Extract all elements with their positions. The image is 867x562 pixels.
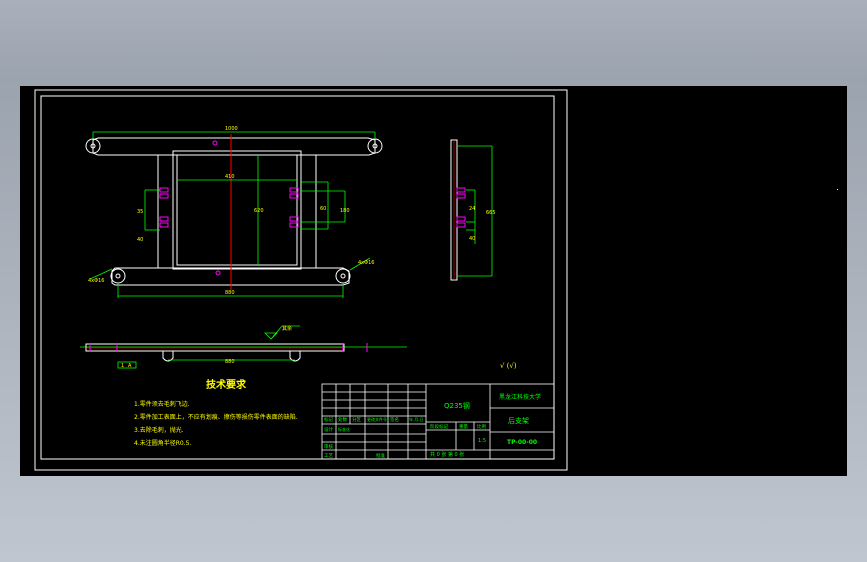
dim-inner-height: 620 bbox=[254, 208, 264, 214]
title-block-text: Q235钢 黑龙江科技大学 后支架 TP-00-00 1:5 共 0 张 第 0… bbox=[324, 393, 541, 459]
tech-item: 4.未注圆角半径R0.5. bbox=[134, 439, 191, 447]
side-dim-height: 665 bbox=[486, 210, 496, 216]
front-holes bbox=[159, 140, 299, 276]
stage-label: 阶段标记 bbox=[430, 423, 448, 430]
sheet-info: 共 0 张 第 0 张 bbox=[430, 451, 464, 458]
surface-leader-label: 其余 bbox=[282, 325, 292, 332]
front-dimension-lines bbox=[89, 131, 376, 298]
cursor-dot bbox=[837, 189, 838, 190]
dim-bracket-small: 60 bbox=[320, 206, 326, 212]
dim-inner-width: 410 bbox=[225, 174, 235, 180]
tech-item: 2.零件加工表面上，不应有划痕、擦伤等损伤零件表面的缺陷. bbox=[134, 413, 298, 421]
outer-border bbox=[34, 89, 568, 471]
cad-drawing: 1000 410 620 180 60 35 40 880 4xΦ16 4xΦ1… bbox=[34, 89, 838, 471]
dim-bottom-overall: 880 bbox=[225, 290, 235, 296]
header-zone: 分区 bbox=[352, 416, 361, 423]
cad-canvas[interactable]: 1000 410 620 180 60 35 40 880 4xΦ16 4xΦ1… bbox=[20, 86, 847, 476]
side-dim-upper: 24 bbox=[469, 206, 475, 212]
side-view: 665 24 40 bbox=[450, 139, 496, 281]
bottom-view: 880 其余 1 A bbox=[80, 325, 407, 369]
scale-value: 1:5 bbox=[478, 438, 486, 444]
bottom-view-dim: 880 bbox=[225, 359, 235, 365]
tech-item: 1.零件须去毛刺飞边. bbox=[134, 400, 190, 408]
tech-requirements: 技术要求 1.零件须去毛刺飞边. 2.零件加工表面上，不应有划痕、擦伤等损伤零件… bbox=[134, 378, 298, 447]
hole-note-right: 4xΦ16 bbox=[358, 260, 374, 266]
school-name: 黑龙江科技大学 bbox=[499, 393, 541, 401]
dim-top-overall: 1000 bbox=[225, 126, 238, 132]
role-review: 审核 bbox=[324, 443, 333, 450]
tech-title: 技术要求 bbox=[206, 378, 247, 391]
part-name: 后支架 bbox=[508, 416, 529, 425]
dim-left-bottom: 40 bbox=[137, 237, 143, 243]
role-standard: 标准化 bbox=[338, 426, 350, 432]
dim-bracket-span: 180 bbox=[340, 208, 350, 214]
side-dim-lower: 40 bbox=[469, 236, 475, 242]
header-change-no: 更改文件号 bbox=[367, 416, 387, 422]
role-process: 工艺 bbox=[324, 453, 333, 459]
role-approve: 批准 bbox=[376, 452, 385, 459]
hole-note-left: 4xΦ16 bbox=[88, 278, 104, 284]
leader-label: A bbox=[128, 363, 132, 369]
header-signature: 签名 bbox=[390, 416, 399, 423]
front-view bbox=[85, 137, 383, 286]
drawing-number: TP-00-00 bbox=[507, 439, 537, 446]
scale-label: 比例 bbox=[477, 423, 486, 430]
header-date: 年.月.日 bbox=[409, 416, 424, 422]
roughness-note: √ (√) bbox=[500, 362, 517, 370]
header-mark: 标记 bbox=[324, 416, 333, 423]
dim-left-top: 35 bbox=[137, 209, 143, 215]
role-design: 设计 bbox=[324, 426, 333, 433]
header-count: 处数 bbox=[338, 416, 347, 423]
tech-item: 3.去除毛刺，抛光. bbox=[134, 426, 184, 434]
weight-label: 重量 bbox=[459, 423, 468, 430]
detail-box-label: 1 bbox=[121, 363, 124, 369]
material-label: Q235钢 bbox=[444, 401, 470, 410]
